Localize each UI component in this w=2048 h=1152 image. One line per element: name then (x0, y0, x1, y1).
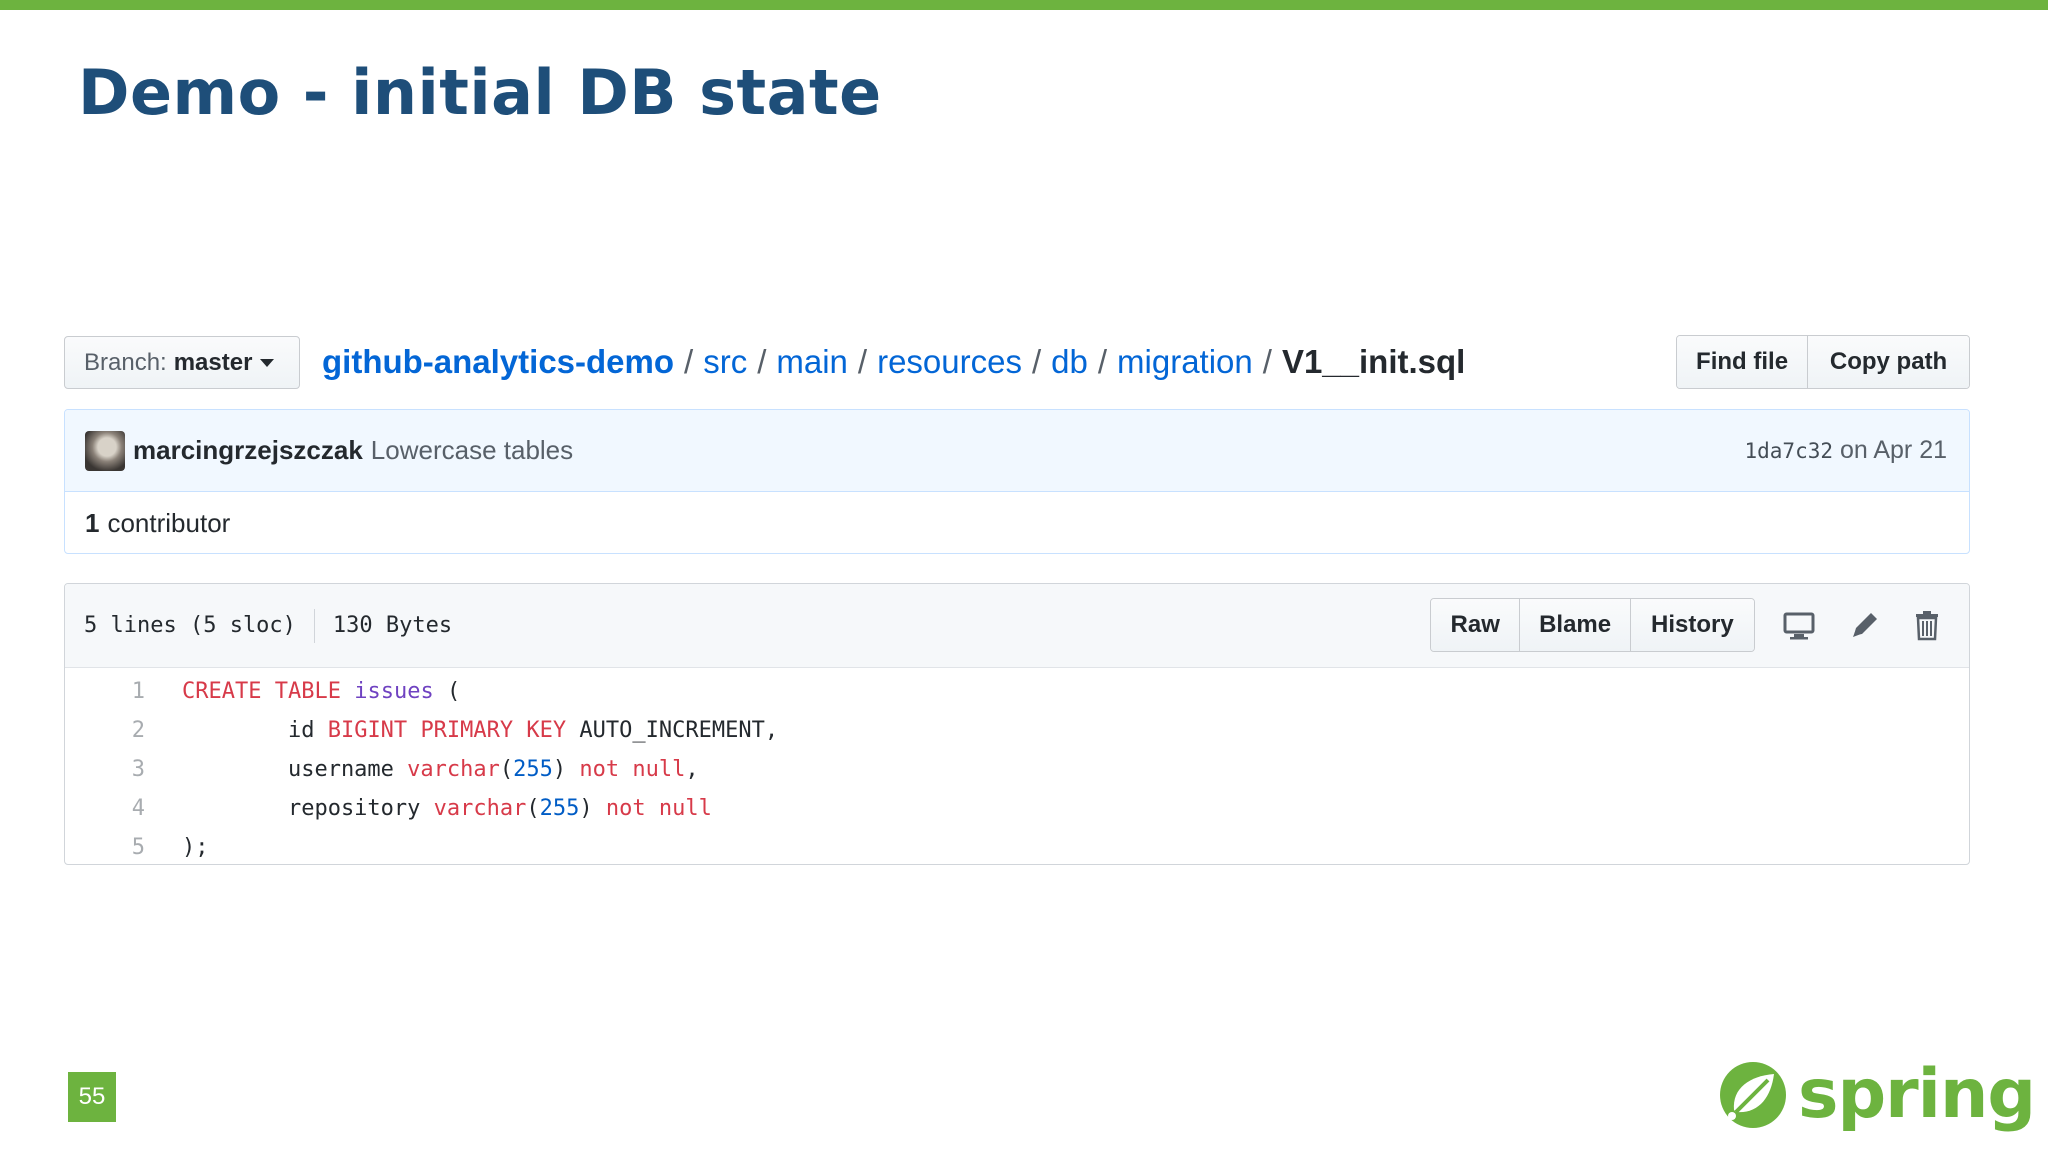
breadcrumb-src-link[interactable]: src (703, 343, 747, 381)
code-token: not null (579, 757, 686, 782)
history-button[interactable]: History (1630, 599, 1754, 651)
commit-date: on Apr 21 (1839, 436, 1947, 464)
code-token: ( (499, 757, 514, 782)
code-token: ) (552, 757, 580, 782)
code-text: username varchar(255) not null, (182, 757, 699, 782)
slide-title: Demo - initial DB state (78, 56, 882, 129)
code-token: BIGINT (327, 718, 408, 743)
line-number[interactable]: 4 (65, 796, 145, 821)
code-token: CREATE (182, 679, 262, 704)
file-size: 130 Bytes (332, 613, 453, 638)
breadcrumb-separator: / (757, 343, 767, 380)
chevron-down-icon (260, 358, 275, 367)
top-accent-bar (0, 0, 2048, 10)
breadcrumb-separator: / (857, 343, 868, 380)
file-view-buttons: Raw Blame History (1430, 598, 1755, 652)
branch-select-button[interactable]: Branch: master (64, 336, 300, 389)
code-token: , (685, 757, 699, 782)
raw-button[interactable]: Raw (1431, 599, 1521, 651)
code-line: 2 id BIGINT PRIMARY KEY AUTO_INCREMENT, (65, 711, 1969, 750)
branch-label: Branch: (84, 348, 167, 376)
code-token: username (182, 757, 408, 782)
breadcrumb-separator: / (1031, 343, 1042, 380)
code-token: ) (579, 796, 606, 821)
breadcrumb: github-analytics-demo / src / main / res… (322, 338, 1465, 386)
commit-meta: 1da7c32 on Apr 21 (1745, 436, 1948, 465)
page-number: 55 (68, 1072, 116, 1122)
breadcrumb-main-link[interactable]: main (776, 343, 848, 381)
desktop-icon[interactable] (1782, 608, 1816, 642)
file-viewer: 5 lines (5 sloc) 130 Bytes Raw Blame His… (64, 583, 1970, 865)
trash-icon[interactable] (1910, 608, 1944, 642)
code-token: varchar (433, 796, 527, 821)
blame-button[interactable]: Blame (1520, 599, 1631, 651)
breadcrumb-separator: / (1097, 343, 1108, 380)
code-token: varchar (407, 757, 500, 782)
code-line: 5); (65, 828, 1969, 864)
branch-value: master (173, 348, 253, 376)
line-number[interactable]: 1 (65, 679, 145, 704)
code-token: AUTO_INCREMENT, (566, 718, 779, 743)
commit-sha-link[interactable]: 1da7c32 (1745, 439, 1834, 463)
line-number[interactable]: 3 (65, 757, 145, 782)
breadcrumb-migration-link[interactable]: migration (1117, 343, 1253, 381)
contributors-count: 1 (85, 507, 100, 538)
breadcrumb-resources-link[interactable]: resources (877, 343, 1022, 381)
copy-path-button[interactable]: Copy path (1808, 336, 1969, 388)
spring-leaf-icon (1720, 1061, 1786, 1128)
code-token: ( (526, 796, 540, 821)
code-token: PRIMARY KEY (420, 718, 567, 743)
code-token: 255 (513, 757, 553, 782)
code-token: ); (182, 835, 209, 860)
breadcrumb-separator: / (1262, 343, 1272, 380)
pencil-icon[interactable] (1848, 608, 1882, 642)
commit-author-link[interactable]: marcingrzejszczak (133, 435, 363, 466)
code-token: id (182, 718, 328, 743)
breadcrumb-separator: / (684, 343, 694, 380)
commit-info-box: marcingrzejszczak Lowercase tables 1da7c… (64, 409, 1970, 554)
code-token: not null (605, 796, 712, 821)
commit-message-link[interactable]: Lowercase tables (371, 435, 573, 466)
code-text: repository varchar(255) not null (182, 796, 712, 821)
code-line: 1 CREATE TABLE issues ( (65, 672, 1969, 711)
code-token: 255 (539, 796, 580, 821)
code-text: CREATE TABLE issues ( (182, 679, 460, 704)
code-listing: 1 CREATE TABLE issues (2 id BIGINT PRIMAR… (65, 668, 1969, 864)
code-token: TABLE (274, 679, 341, 704)
spring-logo: spring (1716, 1055, 2036, 1134)
breadcrumb-file-name: V1__init.sql (1281, 343, 1466, 380)
divider (313, 608, 315, 643)
spring-logo-text: spring (1798, 1055, 2036, 1134)
file-header: 5 lines (5 sloc) 130 Bytes Raw Blame His… (65, 584, 1969, 668)
code-line: 3 username varchar(255) not null, (65, 750, 1969, 789)
line-number[interactable]: 5 (65, 835, 145, 860)
contributors-label: contributor (107, 507, 231, 538)
contributors-row[interactable]: 1 contributor (65, 492, 1969, 553)
code-token: ( (433, 679, 461, 704)
code-line: 4 repository varchar(255) not null (65, 789, 1969, 828)
breadcrumb-db-link[interactable]: db (1051, 343, 1088, 381)
file-lines-info: 5 lines (5 sloc) (84, 613, 296, 638)
code-text: id BIGINT PRIMARY KEY AUTO_INCREMENT, (182, 718, 778, 743)
latest-commit-row: marcingrzejszczak Lowercase tables 1da7c… (65, 410, 1969, 492)
code-token: issues (354, 679, 434, 704)
code-token: repository (182, 796, 434, 821)
code-text: ); (182, 835, 209, 860)
find-file-button[interactable]: Find file (1677, 336, 1809, 388)
avatar[interactable] (85, 430, 125, 471)
file-actions-group: Find file Copy path (1676, 335, 1970, 389)
breadcrumb-repo-link[interactable]: github-analytics-demo (322, 343, 674, 381)
line-number[interactable]: 2 (65, 718, 145, 743)
